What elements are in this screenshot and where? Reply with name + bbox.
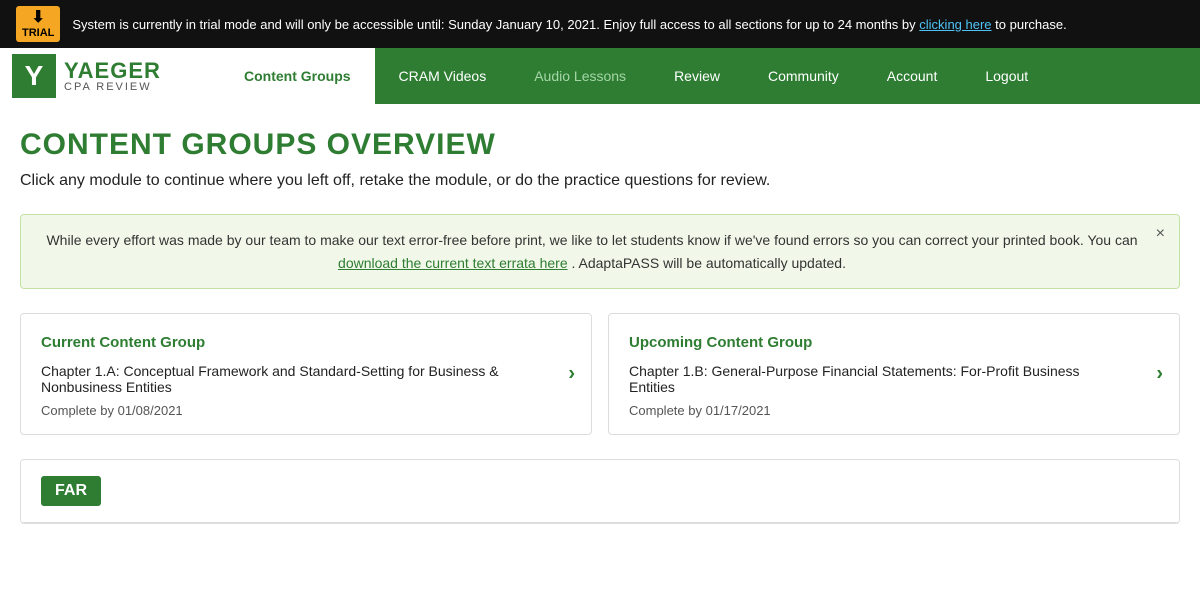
current-content-card[interactable]: Current Content Group Chapter 1.A: Conce… bbox=[20, 313, 592, 435]
trial-banner: ⬇ TRIAL System is currently in trial mod… bbox=[0, 0, 1200, 48]
page-subtitle: Click any module to continue where you l… bbox=[20, 172, 1180, 190]
nav-cram-videos[interactable]: CRAM Videos bbox=[375, 48, 511, 104]
page-title: CONTENT GROUPS OVERVIEW bbox=[20, 128, 1180, 162]
current-card-date: Complete by 01/08/2021 bbox=[41, 403, 571, 418]
download-icon: ⬇ bbox=[31, 8, 44, 27]
upcoming-card-date: Complete by 01/17/2021 bbox=[629, 403, 1159, 418]
trial-label: TRIAL bbox=[22, 27, 54, 40]
current-card-arrow: › bbox=[568, 363, 575, 386]
logo-name: YAEGER bbox=[64, 60, 161, 82]
logo-box: Y bbox=[12, 54, 56, 98]
far-header: FAR bbox=[21, 460, 1179, 523]
logo-area: Y YAEGER CPA REVIEW bbox=[0, 48, 220, 104]
trial-link[interactable]: clicking here bbox=[919, 17, 991, 32]
main-nav: Y YAEGER CPA REVIEW Content Groups CRAM … bbox=[0, 48, 1200, 104]
cards-row: Current Content Group Chapter 1.A: Conce… bbox=[20, 313, 1180, 435]
upcoming-card-arrow: › bbox=[1156, 363, 1163, 386]
alert-close-button[interactable]: × bbox=[1156, 225, 1165, 243]
far-badge: FAR bbox=[41, 476, 101, 506]
logo-letter: Y bbox=[25, 60, 44, 92]
nav-account[interactable]: Account bbox=[863, 48, 962, 104]
alert-text-after: . AdaptaPASS will be automatically updat… bbox=[572, 255, 846, 271]
trial-badge: ⬇ TRIAL bbox=[16, 6, 60, 42]
upcoming-card-chapter: Chapter 1.B: General-Purpose Financial S… bbox=[629, 363, 1159, 395]
logo-text: YAEGER CPA REVIEW bbox=[64, 60, 161, 93]
nav-community[interactable]: Community bbox=[744, 48, 863, 104]
upcoming-content-card[interactable]: Upcoming Content Group Chapter 1.B: Gene… bbox=[608, 313, 1180, 435]
current-card-title: Current Content Group bbox=[41, 334, 571, 351]
logo-sub: CPA REVIEW bbox=[64, 82, 161, 93]
alert-box: While every effort was made by our team … bbox=[20, 214, 1180, 289]
nav-logout[interactable]: Logout bbox=[961, 48, 1052, 104]
nav-review[interactable]: Review bbox=[650, 48, 744, 104]
nav-content-groups[interactable]: Content Groups bbox=[220, 48, 375, 104]
alert-link[interactable]: download the current text errata here bbox=[338, 255, 568, 271]
nav-links: Content Groups CRAM Videos Audio Lessons… bbox=[220, 48, 1200, 104]
upcoming-card-title: Upcoming Content Group bbox=[629, 334, 1159, 351]
trial-message: System is currently in trial mode and wi… bbox=[72, 17, 1066, 32]
alert-text-before: While every effort was made by our team … bbox=[46, 232, 1137, 248]
main-content: CONTENT GROUPS OVERVIEW Click any module… bbox=[0, 104, 1200, 548]
current-card-chapter: Chapter 1.A: Conceptual Framework and St… bbox=[41, 363, 571, 395]
far-section: FAR bbox=[20, 459, 1180, 524]
nav-audio-lessons[interactable]: Audio Lessons bbox=[510, 48, 650, 104]
